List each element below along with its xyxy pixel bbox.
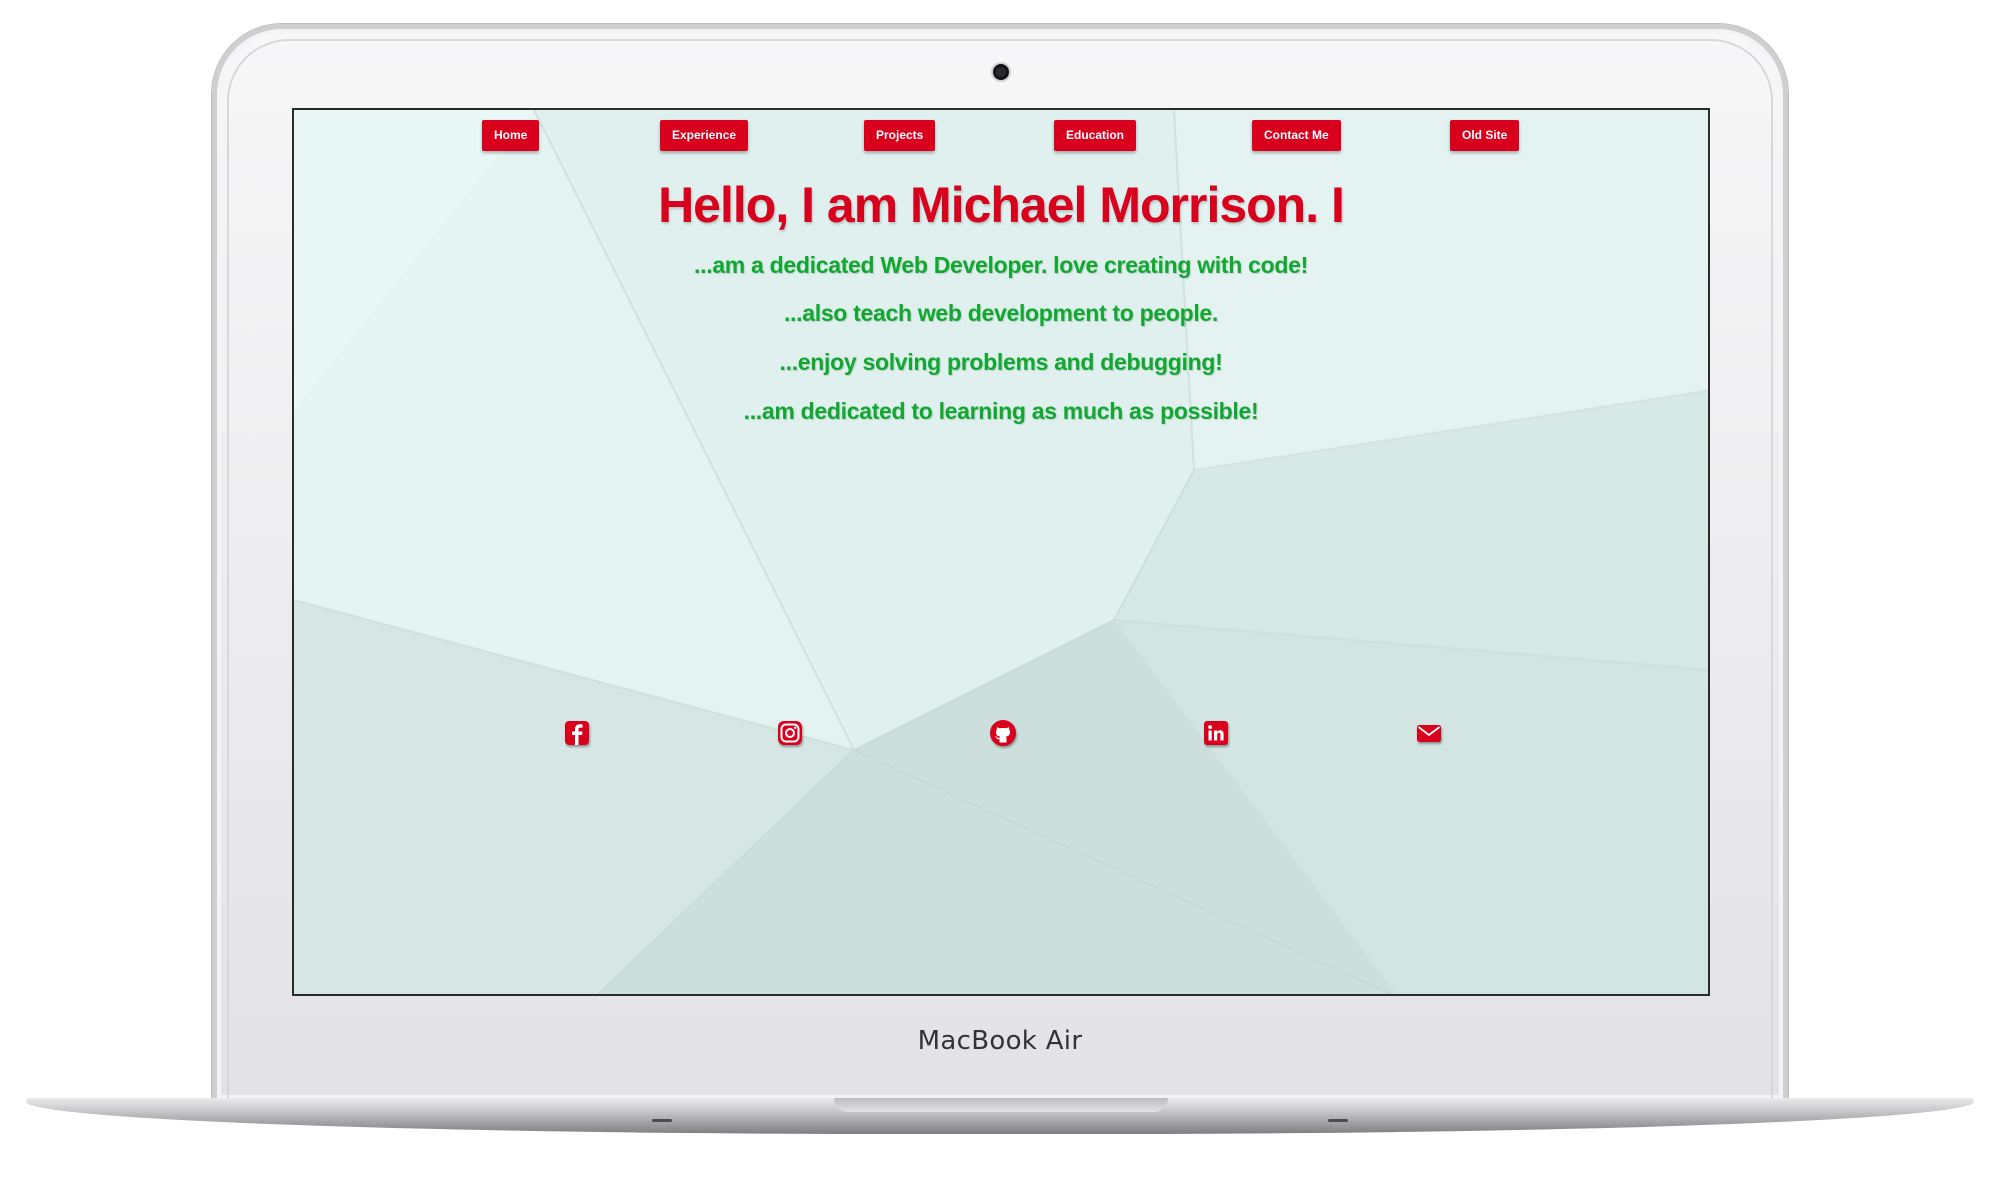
hero-line-2: ...also teach web development to people.	[783, 300, 1219, 326]
website-screen: Home Experience Projects Education Conta…	[292, 108, 1710, 996]
device-label: MacBook Air	[917, 1026, 1083, 1056]
nav-home-button[interactable]: Home	[482, 120, 540, 151]
nav-contact-button[interactable]: Contact Me	[1252, 120, 1341, 151]
email-icon[interactable]	[1416, 720, 1442, 746]
laptop-foot-left	[652, 1119, 672, 1122]
hero-line-1: ...am a dedicated Web Developer. love cr…	[694, 252, 1308, 278]
laptop-hinge-notch	[834, 1098, 1168, 1112]
nav-education-button[interactable]: Education	[1054, 120, 1137, 151]
hero-title: Hello, I am Michael Morrison. I	[658, 177, 1345, 233]
nav-old-site-button[interactable]: Old Site	[1450, 120, 1520, 151]
polygon-background	[294, 110, 1708, 994]
hero-line-4: ...am dedicated to learning as much as p…	[743, 398, 1259, 424]
camera-icon	[993, 64, 1009, 80]
laptop-mockup: Home Experience Projects Education Conta…	[0, 0, 2000, 1180]
top-nav: Home Experience Projects Education Conta…	[294, 120, 1708, 154]
laptop-foot-right	[1328, 1119, 1348, 1122]
hero-line-3: ...enjoy solving problems and debugging!	[779, 349, 1223, 375]
nav-projects-button[interactable]: Projects	[864, 120, 936, 151]
instagram-icon[interactable]	[777, 720, 803, 746]
linkedin-icon[interactable]	[1203, 720, 1229, 746]
facebook-icon[interactable]	[564, 720, 590, 746]
github-icon[interactable]	[990, 720, 1016, 746]
nav-experience-button[interactable]: Experience	[660, 120, 749, 151]
